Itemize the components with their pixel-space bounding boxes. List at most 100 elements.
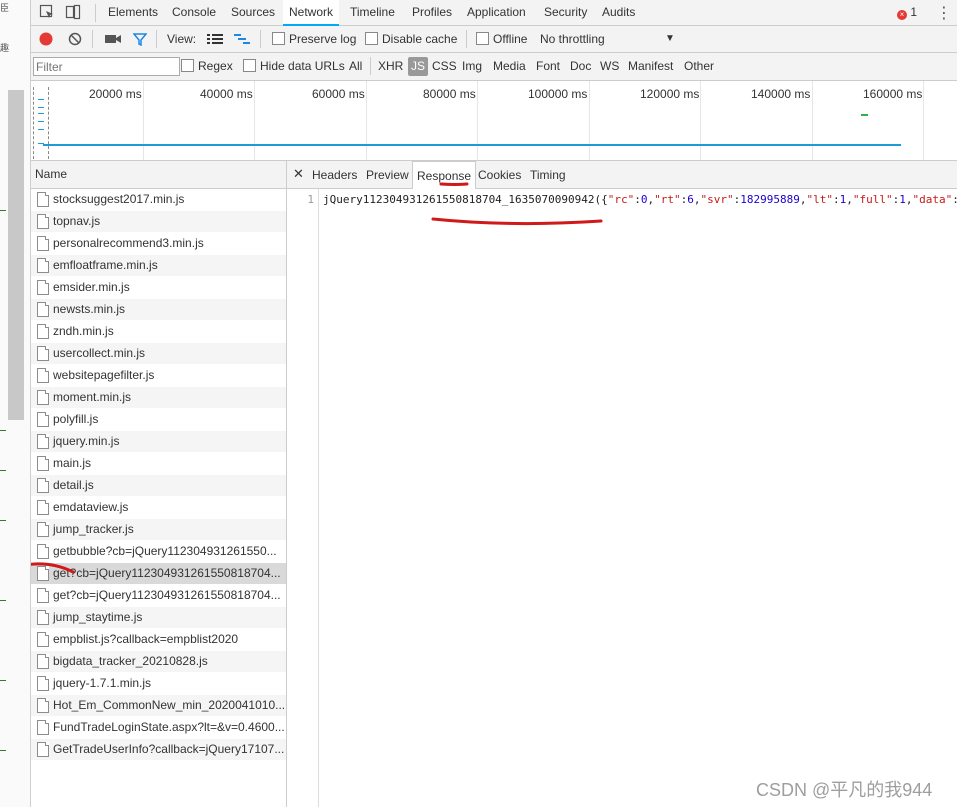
chevron-down-icon[interactable]: ▼: [665, 26, 675, 52]
disable-cache-label: Disable cache: [382, 32, 458, 46]
request-row[interactable]: FundTradeLoginState.aspx?lt=&v=0.4600...: [31, 717, 286, 739]
file-icon: [37, 544, 49, 559]
request-row[interactable]: moment.min.js: [31, 387, 286, 409]
request-name: FundTradeLoginState.aspx?lt=&v=0.4600...: [53, 720, 285, 734]
error-count-badge[interactable]: × 1: [897, 5, 917, 20]
json-pairs: "rc":0,"rt":6,"svr":182995889,"lt":1,"fu…: [607, 193, 957, 206]
filter-input[interactable]: [33, 57, 180, 76]
capture-screenshots-icon[interactable]: [105, 33, 121, 45]
request-row[interactable]: emdataview.js: [31, 497, 286, 519]
page-scrollbar[interactable]: [8, 90, 24, 420]
filter-type-img[interactable]: Img: [462, 53, 482, 80]
line-number: 1: [307, 193, 314, 206]
regex-checkbox[interactable]: Regex: [181, 53, 233, 80]
disable-cache-checkbox[interactable]: Disable cache: [365, 26, 457, 52]
error-count: 1: [910, 5, 918, 19]
tab-cookies[interactable]: Cookies: [478, 161, 521, 188]
device-toolbar-icon[interactable]: [65, 4, 81, 20]
request-row[interactable]: getbubble?cb=jQuery112304931261550...: [31, 541, 286, 563]
filter-type-media[interactable]: Media: [493, 53, 526, 80]
request-name: usercollect.min.js: [53, 346, 146, 360]
close-icon[interactable]: ✕: [293, 166, 304, 182]
request-row[interactable]: GetTradeUserInfo?callback=jQuery17107...: [31, 739, 286, 761]
request-row[interactable]: Hot_Em_CommonNew_min_2020041010...: [31, 695, 286, 717]
tab-timing[interactable]: Timing: [530, 161, 566, 188]
network-filterbar: Regex Hide data URLs All XHR JS CSS Img …: [31, 53, 957, 81]
request-name: emdataview.js: [53, 500, 129, 514]
request-row[interactable]: jump_staytime.js: [31, 607, 286, 629]
request-row[interactable]: emfloatframe.min.js: [31, 255, 286, 277]
waterfall-overview-icon[interactable]: [234, 33, 250, 45]
tab-application[interactable]: Application: [467, 0, 526, 25]
request-row[interactable]: detail.js: [31, 475, 286, 497]
json-key: "full": [852, 193, 893, 206]
tab-security[interactable]: Security: [544, 0, 587, 25]
tab-profiles[interactable]: Profiles: [412, 0, 452, 25]
response-viewer[interactable]: 1 jQuery1123049312615508187​04_163507009…: [287, 189, 957, 807]
clear-icon[interactable]: [68, 32, 82, 46]
request-row[interactable]: stocksuggest2017.min.js: [31, 189, 286, 211]
large-rows-icon[interactable]: [207, 33, 223, 45]
request-name: Hot_Em_CommonNew_min_2020041010...: [53, 698, 286, 712]
tab-response[interactable]: Response: [412, 161, 477, 189]
offline-checkbox[interactable]: Offline: [476, 26, 527, 52]
filter-type-all[interactable]: All: [349, 53, 362, 80]
inspect-element-icon[interactable]: [39, 4, 55, 20]
tab-console[interactable]: Console: [172, 0, 216, 25]
json-value: 1: [899, 193, 906, 206]
request-row[interactable]: zndh.min.js: [31, 321, 286, 343]
file-icon: [37, 280, 49, 295]
request-row[interactable]: polyfill.js: [31, 409, 286, 431]
column-header-name[interactable]: Name: [31, 161, 286, 189]
overview-selection[interactable]: [33, 87, 49, 159]
tab-preview[interactable]: Preview: [366, 161, 409, 188]
request-row[interactable]: get?cb=jQuery1123049312615508187​04...: [31, 585, 286, 607]
page-green-mark: [0, 430, 6, 431]
request-name: polyfill.js: [53, 412, 99, 426]
request-row[interactable]: bigdata_tracker_20210828.js: [31, 651, 286, 673]
tab-timeline[interactable]: Timeline: [350, 0, 395, 25]
overview-tick-label: 100000 ms: [528, 87, 588, 101]
file-icon: [37, 588, 49, 603]
network-overview[interactable]: 20000 ms 40000 ms 60000 ms 80000 ms 1000…: [31, 81, 957, 161]
request-row[interactable]: websitepagefilter.js: [31, 365, 286, 387]
filter-type-js[interactable]: JS: [408, 57, 429, 76]
filter-type-doc[interactable]: Doc: [570, 53, 591, 80]
more-options-icon[interactable]: ⋮: [936, 3, 952, 23]
line-gutter: 1: [287, 189, 319, 807]
page-text-fragment: 臣: [0, 3, 10, 13]
jsonp-open: ({: [594, 193, 608, 206]
request-row[interactable]: usercollect.min.js: [31, 343, 286, 365]
request-name: empblist.js?callback=empblist2020: [53, 632, 239, 646]
request-row[interactable]: jquery.min.js: [31, 431, 286, 453]
throttling-select[interactable]: No throttling: [540, 26, 605, 52]
filter-type-css[interactable]: CSS: [432, 53, 457, 80]
filter-type-xhr[interactable]: XHR: [378, 53, 403, 80]
hide-data-urls-checkbox[interactable]: Hide data URLs: [243, 53, 345, 80]
filter-type-other[interactable]: Other: [684, 53, 714, 80]
request-row[interactable]: get?cb=jQuery1123049312615508187​04...: [31, 563, 286, 585]
filter-icon[interactable]: [133, 32, 147, 46]
record-icon[interactable]: [39, 32, 53, 46]
tab-network[interactable]: Network: [283, 0, 340, 26]
request-row[interactable]: personalrecommend3.min.js: [31, 233, 286, 255]
tab-sources[interactable]: Sources: [231, 0, 275, 25]
request-row[interactable]: jump_tracker.js: [31, 519, 286, 541]
page-green-mark: [0, 600, 6, 601]
request-row[interactable]: newsts.min.js: [31, 299, 286, 321]
hide-data-urls-label: Hide data URLs: [260, 59, 345, 73]
filter-type-font[interactable]: Font: [536, 53, 560, 80]
tab-headers[interactable]: Headers: [312, 161, 357, 188]
filter-type-ws[interactable]: WS: [600, 53, 619, 80]
request-name: personalrecommend3.min.js: [53, 236, 204, 250]
tab-elements[interactable]: Elements: [108, 0, 158, 25]
request-row[interactable]: emsider.min.js: [31, 277, 286, 299]
request-row[interactable]: main.js: [31, 453, 286, 475]
filter-type-manifest[interactable]: Manifest: [628, 53, 673, 80]
tab-audits[interactable]: Audits: [602, 0, 635, 25]
request-name: jquery-1.7.1.min.js: [53, 676, 152, 690]
request-row[interactable]: topnav.js: [31, 211, 286, 233]
preserve-log-checkbox[interactable]: Preserve log: [272, 26, 356, 52]
request-row[interactable]: jquery-1.7.1.min.js: [31, 673, 286, 695]
request-row[interactable]: empblist.js?callback=empblist2020: [31, 629, 286, 651]
